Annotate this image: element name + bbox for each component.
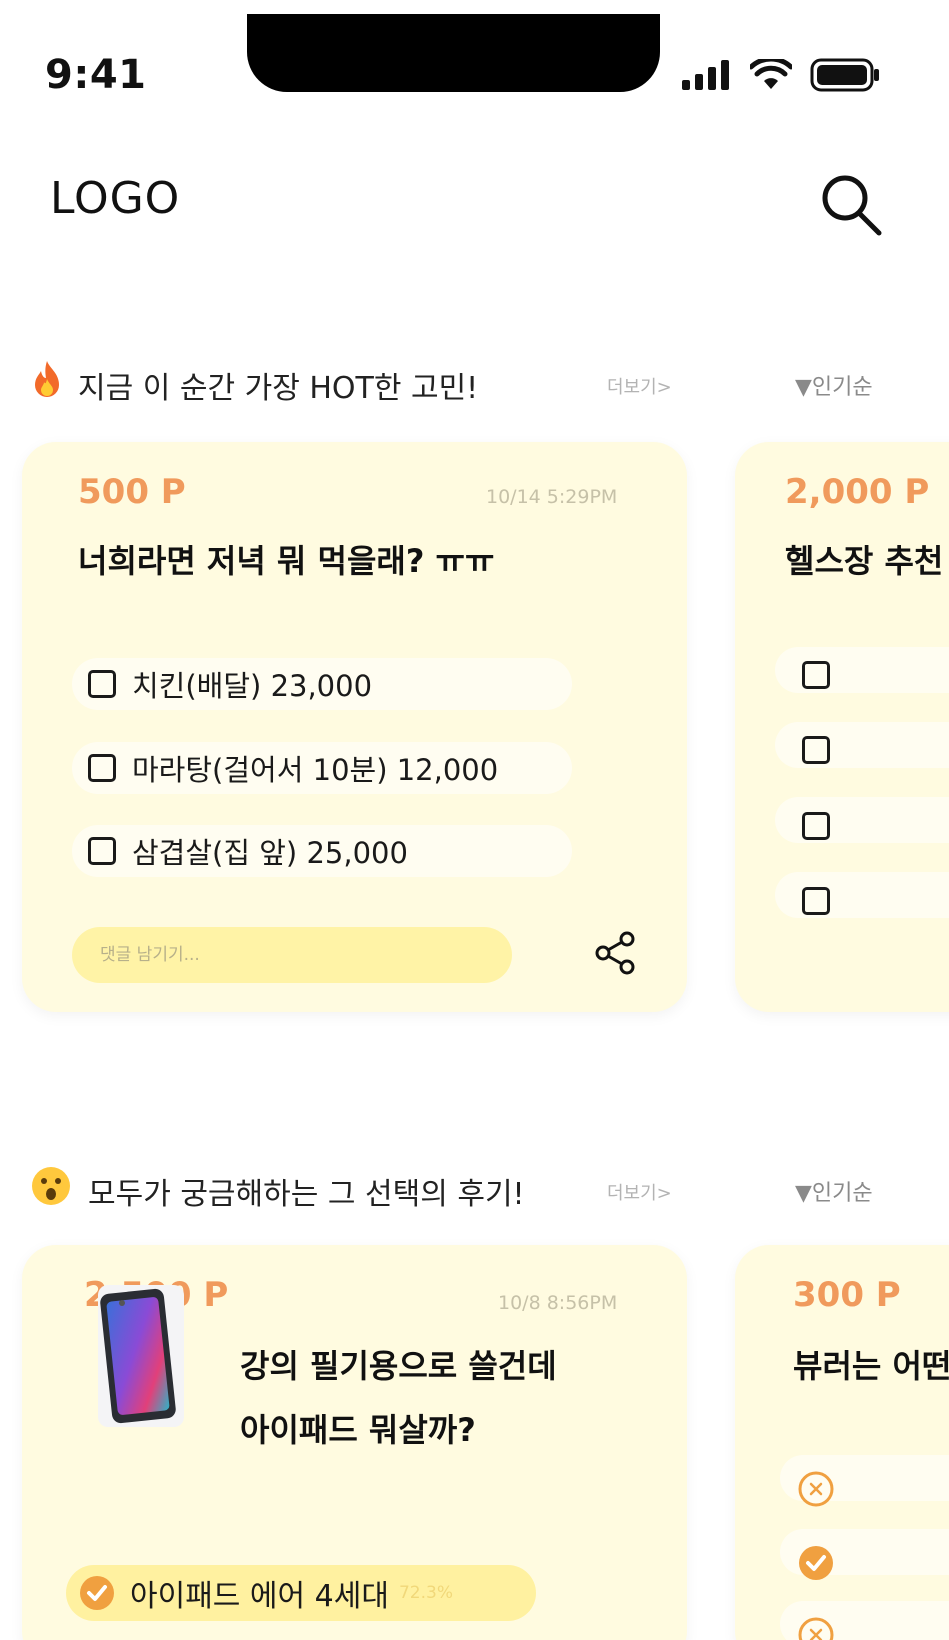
- cellular-signal-icon: [682, 60, 729, 90]
- fire-icon: [35, 361, 59, 397]
- checkbox[interactable]: [88, 670, 116, 698]
- more-link[interactable]: 더보기>: [607, 1179, 672, 1205]
- section-header-review: 모두가 궁금해하는 그 선택의 후기! 더보기> ▼인기순: [0, 1163, 949, 1213]
- poll-card[interactable]: 500 P 10/14 5:29PM 너희라면 저녁 뭐 먹을래? ㅠㅠ 치킨(…: [22, 442, 687, 1012]
- device-notch: [247, 14, 660, 92]
- search-icon: [822, 175, 882, 236]
- option-label: 치킨(배달) 23,000: [132, 669, 373, 703]
- checkbox[interactable]: [802, 736, 830, 764]
- comment-input[interactable]: [72, 927, 512, 983]
- question-title-line2: 아이패드 뭐살까?: [240, 1411, 476, 1449]
- checkbox[interactable]: [88, 837, 116, 865]
- question-title: 뷰러는 어떤: [793, 1347, 949, 1385]
- result-percent: 72.3%: [398, 1583, 453, 1603]
- review-card[interactable]: 300 P 뷰러는 어떤: [735, 1245, 949, 1640]
- question-title: 너희라면 저녁 뭐 먹을래? ㅠㅠ: [78, 542, 495, 580]
- app-logo[interactable]: LOGO: [50, 173, 180, 224]
- post-date: 10/14 5:29PM: [486, 486, 618, 508]
- poll-option[interactable]: 마라탕(걸어서 10분) 12,000: [72, 742, 572, 794]
- poll-card[interactable]: 2,000 P 헬스장 추천: [735, 442, 949, 1012]
- option-label: 삼겹살(집 앞) 25,000: [132, 836, 408, 870]
- section-title: 모두가 궁금해하는 그 선택의 후기!: [88, 1177, 525, 1212]
- sort-dropdown[interactable]: ▼인기순: [795, 369, 873, 401]
- checkbox[interactable]: [802, 887, 830, 915]
- points-label: 300 P: [793, 1275, 901, 1315]
- wifi-icon: [750, 59, 792, 89]
- check-circle-icon[interactable]: [797, 1544, 835, 1582]
- search-button[interactable]: [815, 168, 887, 240]
- points-label: 500 P: [78, 472, 186, 512]
- post-date: 10/8 8:56PM: [498, 1292, 618, 1314]
- question-title-line1: 강의 필기용으로 쓸건데: [240, 1347, 557, 1385]
- section-title: 지금 이 순간 가장 HOT한 고민!: [78, 371, 479, 406]
- battery-icon: [810, 58, 879, 92]
- status-icons: [682, 58, 880, 92]
- status-time: 9:41: [45, 52, 147, 98]
- poll-option[interactable]: 치킨(배달) 23,000: [72, 658, 572, 710]
- surprised-face-icon: [32, 1167, 70, 1205]
- ipad-product-image: [98, 1285, 184, 1427]
- option-label: 마라탕(걸어서 10분) 12,000: [132, 753, 499, 787]
- section-header-hot: 지금 이 순간 가장 HOT한 고민! 더보기> ▼인기순: [0, 357, 949, 407]
- checkbox[interactable]: [802, 661, 830, 689]
- x-circle-icon[interactable]: [797, 1470, 835, 1508]
- poll-option[interactable]: 삼겹살(집 앞) 25,000: [72, 825, 572, 877]
- checkbox[interactable]: [88, 754, 116, 782]
- result-option[interactable]: 아이패드 에어 4세대 72.3%: [66, 1565, 536, 1621]
- more-link[interactable]: 더보기>: [607, 373, 672, 399]
- check-circle-icon: [80, 1576, 114, 1610]
- points-label: 2,000 P: [785, 472, 930, 512]
- sort-dropdown[interactable]: ▼인기순: [795, 1175, 873, 1207]
- share-button[interactable]: [590, 927, 642, 979]
- result-label: 아이패드 에어 4세대: [130, 1579, 389, 1614]
- x-circle-icon[interactable]: [797, 1616, 835, 1640]
- question-title: 헬스장 추천: [785, 542, 944, 580]
- checkbox[interactable]: [802, 812, 830, 840]
- share-icon: [595, 931, 635, 975]
